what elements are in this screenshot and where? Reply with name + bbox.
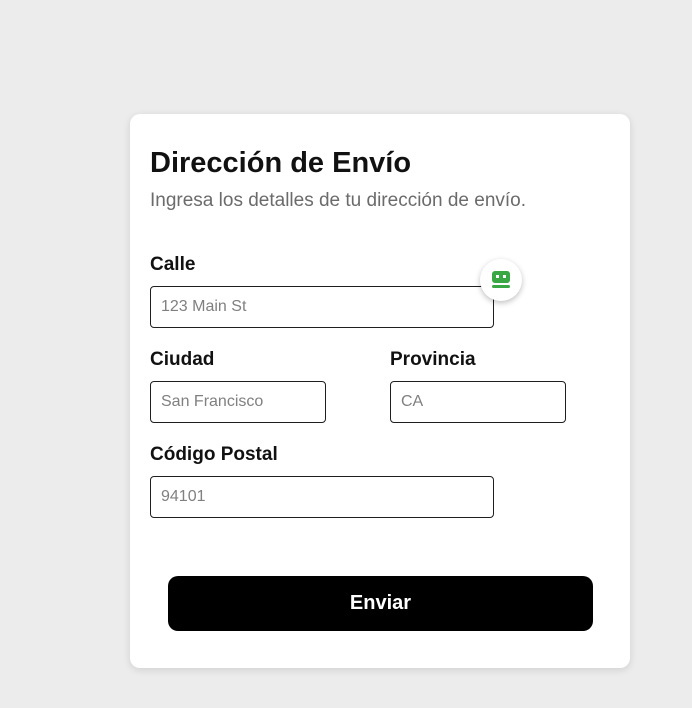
street-input[interactable] xyxy=(150,286,494,328)
form-subtitle: Ingresa los detalles de tu dirección de … xyxy=(150,190,527,211)
password-manager-badge[interactable] xyxy=(480,259,522,303)
state-input[interactable] xyxy=(390,381,566,423)
zip-label: Código Postal xyxy=(150,444,278,465)
shipping-address-card: Dirección de Envío Ingresa los detalles … xyxy=(130,114,630,668)
street-label: Calle xyxy=(150,254,196,275)
state-label: Provincia xyxy=(390,349,476,370)
city-input[interactable] xyxy=(150,381,326,423)
submit-button[interactable]: Enviar xyxy=(168,576,593,631)
zip-input[interactable] xyxy=(150,476,494,518)
password-manager-icon xyxy=(492,271,510,288)
city-label: Ciudad xyxy=(150,349,215,370)
form-title: Dirección de Envío xyxy=(150,147,412,179)
